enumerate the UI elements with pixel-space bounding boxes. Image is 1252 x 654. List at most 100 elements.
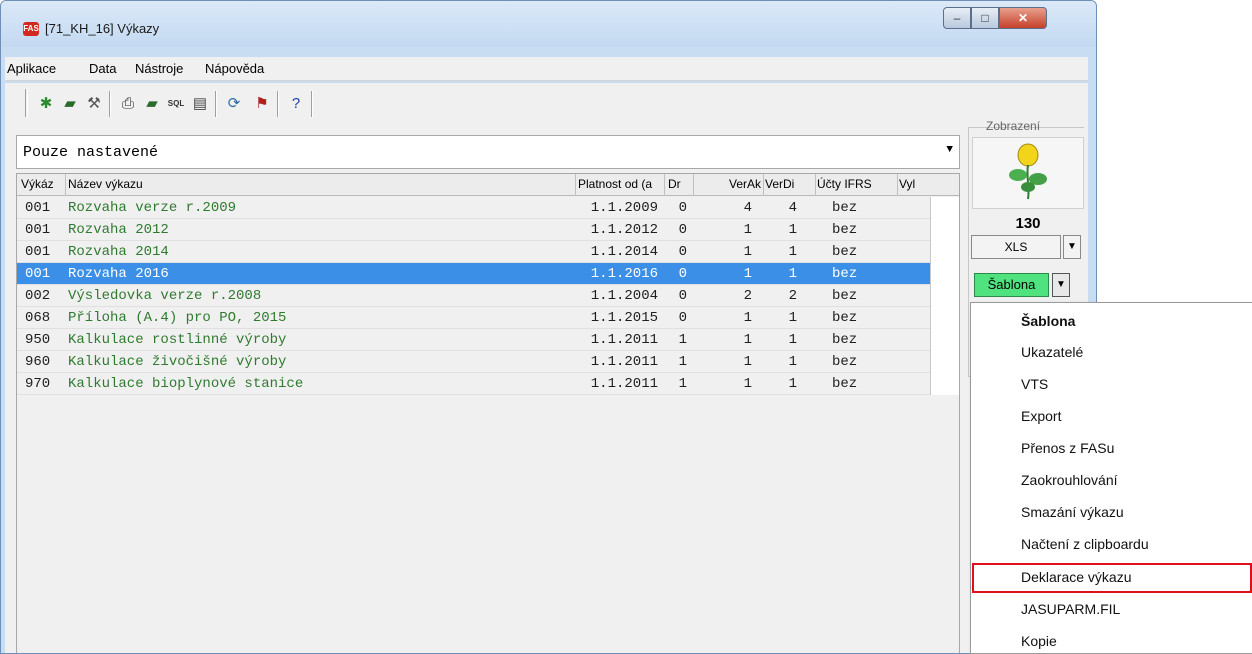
xls-button[interactable]: XLS xyxy=(971,235,1061,259)
table-row[interactable]: 001 Rozvaha 2014 1.1.2014 0 1 1 bez xyxy=(17,241,959,263)
cell-dr: 1 xyxy=(678,332,687,348)
cell-vyl xyxy=(930,263,959,285)
toolbar-separator xyxy=(277,91,279,117)
table-row[interactable]: 068 Příloha (A.4) pro PO, 2015 1.1.2015 … xyxy=(17,307,959,329)
menu-napoveda[interactable]: Nápověda xyxy=(205,61,264,76)
close-button[interactable]: ✕ xyxy=(999,7,1047,29)
exit-icon[interactable]: ⚑ xyxy=(251,93,273,115)
column-header-nazev[interactable]: Název výkazu xyxy=(68,177,568,195)
cell-verdi: 1 xyxy=(788,222,797,238)
table-row[interactable]: 001 Rozvaha verze r.2009 1.1.2009 0 4 4 … xyxy=(17,197,959,219)
cell-verak: 1 xyxy=(743,354,752,370)
sql-icon[interactable]: SQL xyxy=(165,93,187,115)
column-resizer[interactable] xyxy=(763,174,764,196)
sablona-button[interactable]: Šablona xyxy=(974,273,1049,297)
report-icon[interactable]: ▤ xyxy=(189,93,211,115)
table-row[interactable]: 960 Kalkulace živočišné výroby 1.1.2011 … xyxy=(17,351,959,373)
menu-item-ukazatele[interactable]: Ukazatelé xyxy=(1021,344,1083,360)
cell-ifrs: bez xyxy=(832,244,858,260)
filter-select[interactable]: Pouze nastavené ▼ xyxy=(16,135,960,169)
column-resizer[interactable] xyxy=(575,174,576,196)
cell-verdi: 2 xyxy=(788,288,797,304)
cell-code: 001 xyxy=(25,200,51,216)
cell-ifrs: bez xyxy=(832,288,858,304)
open-icon[interactable]: ▰ xyxy=(59,93,81,115)
tools-icon[interactable]: ⚒ xyxy=(83,93,105,115)
cell-ifrs: bez xyxy=(832,354,858,370)
help-icon[interactable]: ? xyxy=(285,93,307,115)
cell-ifrs: bez xyxy=(832,332,858,348)
title-bar[interactable]: FAS [71_KH_16] Výkazy – □ ✕ xyxy=(1,1,1096,47)
cell-verak: 1 xyxy=(743,244,752,260)
cell-date: 1.1.2011 xyxy=(590,376,658,392)
refresh-icon[interactable]: ⟳ xyxy=(223,93,245,115)
table-row[interactable]: 001 Rozvaha 2012 1.1.2012 0 1 1 bez xyxy=(17,219,959,241)
table-row[interactable]: 950 Kalkulace rostlinné výroby 1.1.2011 … xyxy=(17,329,959,351)
cell-date: 1.1.2009 xyxy=(590,200,658,216)
column-header-verak[interactable]: VerAk xyxy=(729,177,763,195)
cell-ifrs: bez xyxy=(832,376,858,392)
table-row[interactable]: 002 Výsledovka verze r.2008 1.1.2004 0 2… xyxy=(17,285,959,307)
cell-name: Rozvaha 2014 xyxy=(68,244,169,260)
chevron-down-icon[interactable]: ▼ xyxy=(946,144,953,156)
export-icon[interactable]: ▰ xyxy=(141,93,163,115)
cell-ifrs: bez xyxy=(832,222,858,238)
xls-dropdown-button[interactable]: ▼ xyxy=(1063,235,1081,259)
menu-item-smazani-vykazu[interactable]: Smazání výkazu xyxy=(1021,504,1124,520)
cell-verdi: 1 xyxy=(788,310,797,326)
menu-data[interactable]: Data xyxy=(89,61,116,76)
cell-dr: 1 xyxy=(678,354,687,370)
menu-item-nacteni-z-clipboardu[interactable]: Načtení z clipboardu xyxy=(1021,536,1149,552)
menu-item-export[interactable]: Export xyxy=(1021,408,1061,424)
column-resizer[interactable] xyxy=(65,174,66,196)
zobrazeni-label: Zobrazení xyxy=(986,119,1041,133)
cell-code: 960 xyxy=(25,354,51,370)
menu-aplikace[interactable]: Aplikace xyxy=(7,61,56,76)
minimize-button[interactable]: – xyxy=(943,7,971,29)
sablona-dropdown-button[interactable]: ▼ xyxy=(1052,273,1070,297)
window-title: [71_KH_16] Výkazy xyxy=(45,21,160,36)
column-header-dr[interactable]: Dr xyxy=(668,177,688,195)
menu-item-kopie[interactable]: Kopie xyxy=(1021,633,1057,649)
column-header-ifrs[interactable]: Účty IFRS xyxy=(817,177,897,195)
menu-item-prenos-z-fasu[interactable]: Přenos z FASu xyxy=(1021,440,1114,456)
new-icon[interactable]: ✱ xyxy=(35,93,57,115)
cell-verak: 1 xyxy=(743,222,752,238)
cell-vyl xyxy=(930,329,959,351)
cell-code: 950 xyxy=(25,332,51,348)
sablona-popup-menu: Šablona Ukazatelé VTS Export Přenos z FA… xyxy=(970,302,1252,654)
table-row-selected[interactable]: 001 Rozvaha 2016 1.1.2016 0 1 1 bez xyxy=(17,263,959,285)
cell-date: 1.1.2004 xyxy=(590,288,658,304)
cell-code: 970 xyxy=(25,376,51,392)
column-resizer[interactable] xyxy=(815,174,816,196)
column-header-verdi[interactable]: VerDi xyxy=(765,177,799,195)
cell-verdi: 1 xyxy=(788,332,797,348)
menu-item-zaokrouhlovani[interactable]: Zaokrouhlování xyxy=(1021,472,1118,488)
cell-code: 001 xyxy=(25,266,51,282)
table-row[interactable]: 970 Kalkulace bioplynové stanice 1.1.201… xyxy=(17,373,959,395)
column-header-platnost[interactable]: Platnost od (a xyxy=(578,177,660,195)
toolbar-grip[interactable] xyxy=(25,89,28,117)
column-header-vyl[interactable]: Vyl xyxy=(899,177,929,195)
cell-vyl xyxy=(930,219,959,241)
menu-item-sablona[interactable]: Šablona xyxy=(1021,313,1075,329)
cell-name: Kalkulace živočišné výroby xyxy=(68,354,287,370)
main-window: FAS [71_KH_16] Výkazy – □ ✕ Aplikace Dat… xyxy=(0,0,1097,654)
cell-code: 001 xyxy=(25,222,51,238)
maximize-button[interactable]: □ xyxy=(971,7,999,29)
menu-item-jasuparm-fil[interactable]: JASUPARM.FIL xyxy=(1021,601,1120,617)
column-header-vykaz[interactable]: Výkáz xyxy=(21,177,65,195)
print-icon[interactable]: ⎙ xyxy=(117,93,139,115)
cell-ifrs: bez xyxy=(832,310,858,326)
toolbar-separator xyxy=(215,91,217,117)
filter-value: Pouze nastavené xyxy=(23,144,159,161)
flower-logo-icon xyxy=(1009,143,1047,200)
toolbar: ✱ ▰ ⚒ ⎙ ▰ SQL ▤ ⟳ ⚑ ? xyxy=(5,83,1088,123)
menu-item-vts[interactable]: VTS xyxy=(1021,376,1048,392)
menu-nastroje[interactable]: Nástroje xyxy=(135,61,183,76)
column-resizer[interactable] xyxy=(664,174,665,196)
cell-name: Příloha (A.4) pro PO, 2015 xyxy=(68,310,287,326)
column-resizer[interactable] xyxy=(897,174,898,196)
cell-vyl xyxy=(930,197,959,219)
column-resizer[interactable] xyxy=(693,174,694,196)
